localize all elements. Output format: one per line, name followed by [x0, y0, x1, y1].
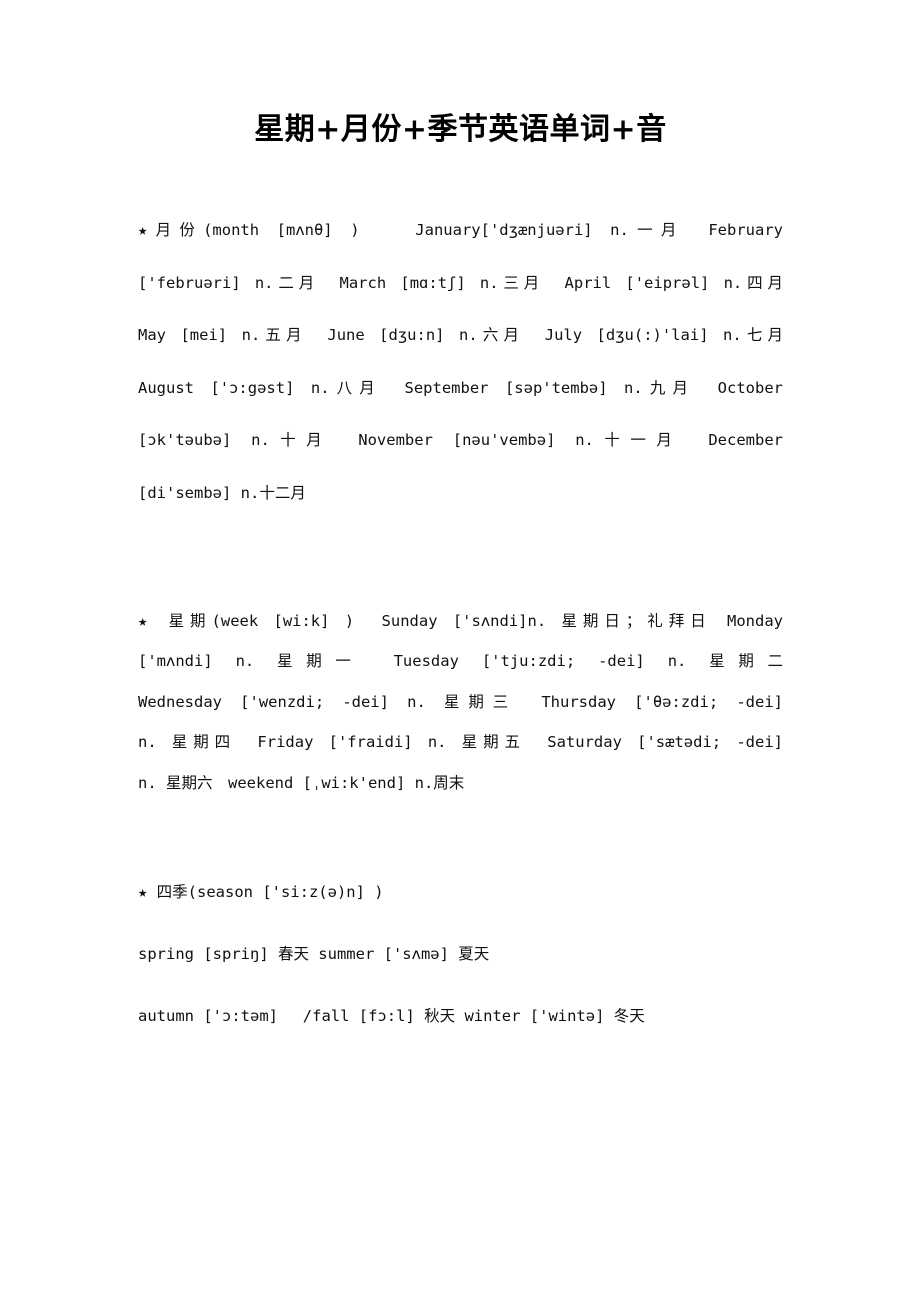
- section-months: ★月份(month [mʌnθ] ) January['dʒænjuəri] n…: [138, 204, 783, 572]
- section-seasons-heading: ★ 四季(season ['si:z(ə)n] ): [138, 872, 783, 912]
- seasons-line-1: ★ 四季(season ['si:z(ə)n] ): [138, 882, 384, 901]
- seasons-line-3: autumn ['ɔ:təm] /fall [fɔ:l] 秋天 winter […: [138, 1006, 645, 1025]
- weekdays-line-5: n. 星期六 weekend [ˌwi:k'end] n.周末: [138, 773, 465, 792]
- section-seasons-line-spring-summer: spring [spriŋ] 春天 summer ['sʌmə] 夏天: [138, 934, 783, 974]
- months-line-1: ★月份(month [mʌnθ] ) January['dʒænjuəri] n…: [138, 221, 783, 239]
- section-seasons-line-autumn-winter: autumn ['ɔ:təm] /fall [fɔ:l] 秋天 winter […: [138, 996, 783, 1036]
- section-weekdays: ★ 星期(week [wi:k] ) Sunday ['sʌndi]n. 星期日…: [138, 601, 783, 844]
- document-page: 星期+月份+季节英语单词+音 ★月份(month [mʌnθ] ) Januar…: [0, 0, 920, 1302]
- months-line-5: [ɔk'təubə] n.十月 November [nəu'vembə] n.十…: [138, 431, 783, 449]
- seasons-line-2: spring [spriŋ] 春天 summer ['sʌmə] 夏天: [138, 944, 490, 963]
- months-line-6: [di'sembə] n.十二月: [138, 483, 306, 502]
- weekdays-line-2: ['mʌndi] n. 星期一 Tuesday ['tju:zdi; -dei]…: [138, 652, 783, 670]
- months-line-3: May [mei] n.五月 June [dʒu:n] n.六月 July [d…: [138, 326, 783, 344]
- weekdays-line-3: Wednesday ['wenzdi; -dei] n. 星期三 Thursda…: [138, 692, 783, 711]
- weekdays-line-1: ★ 星期(week [wi:k] ) Sunday ['sʌndi]n. 星期日…: [138, 611, 783, 630]
- months-line-4: August ['ɔ:gəst] n.八月 September [səp'tem…: [138, 378, 783, 397]
- months-line-2: ['februəri] n.二月 March [mɑ:tʃ] n.三月 Apri…: [138, 273, 783, 292]
- weekdays-line-4: n. 星期四 Friday ['fraidi] n. 星期五 Saturday …: [138, 733, 783, 751]
- page-title: 星期+月份+季节英语单词+音: [254, 112, 667, 147]
- document-body: 星期+月份+季节英语单词+音 ★月份(month [mʌnθ] ) Januar…: [138, 0, 783, 1036]
